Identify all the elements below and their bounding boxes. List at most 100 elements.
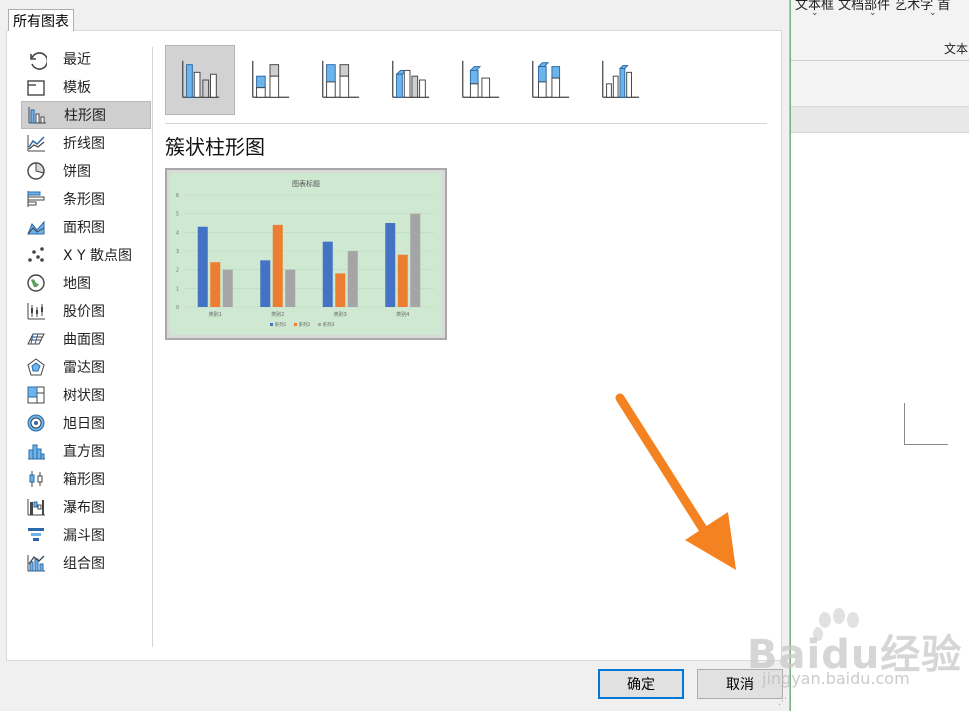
histogram-chart-icon — [25, 440, 47, 462]
chart-preview[interactable]: 图表标题 0 1 2 3 4 5 6 类别1 类别2 类别3 类别4 系列1 系列2 系列3 — [165, 168, 447, 340]
box-whisker-chart-icon — [25, 468, 47, 490]
chart-type-label: 树状图 — [63, 388, 105, 404]
chart-preview-area: 图表标题 0 1 2 3 4 5 6 类别1 类别2 类别3 类别4 系列1 系列2 系列3 — [170, 173, 442, 335]
subtype-divider — [165, 123, 767, 124]
chart-type-item[interactable]: 漏斗图 — [21, 521, 151, 549]
x-tick-label: 类别4 — [396, 311, 409, 318]
chart-subtype-option[interactable] — [585, 45, 655, 115]
chart-type-item[interactable]: 股价图 — [21, 297, 151, 325]
chart-type-label: 地图 — [63, 276, 91, 292]
bar — [385, 223, 396, 307]
y-tick-label: 6 — [176, 193, 179, 199]
y-tick-label: 0 — [176, 305, 179, 311]
ribbon-divider — [791, 60, 969, 61]
chart-type-item[interactable]: 柱形图 — [21, 101, 151, 129]
legend-swatch — [318, 323, 321, 326]
chart-type-label: 雷达图 — [63, 360, 105, 376]
chart-type-label: 折线图 — [63, 136, 105, 152]
bar — [335, 273, 346, 307]
x-tick-label: 类别3 — [334, 311, 347, 318]
chart-type-item[interactable]: 箱形图 — [21, 465, 151, 493]
chart-type-label: 箱形图 — [63, 472, 105, 488]
chart-type-item[interactable]: 雷达图 — [21, 353, 151, 381]
map-chart-icon — [25, 272, 47, 294]
tab-all-charts[interactable]: 所有图表 — [8, 9, 74, 31]
bar-chart-icon — [25, 188, 47, 210]
chart-type-item[interactable]: 折线图 — [21, 129, 151, 157]
legend-swatch — [270, 323, 273, 326]
chart-type-item[interactable]: 饼图 — [21, 157, 151, 185]
funnel-chart-icon — [25, 524, 47, 546]
y-tick-label: 5 — [176, 212, 179, 218]
chart-type-label: 曲面图 — [63, 332, 105, 348]
preview-chart: 图表标题 0 1 2 3 4 5 6 类别1 类别2 类别3 类别4 系列1 系列2 系列3 — [176, 179, 434, 328]
bar — [285, 269, 296, 307]
subtype-title: 簇状柱形图 — [165, 135, 265, 159]
chart-type-item[interactable]: 组合图 — [21, 549, 151, 577]
clustered-column-icon — [182, 60, 220, 98]
legend-entry: 系列1 — [275, 321, 287, 328]
chart-type-item[interactable]: 曲面图 — [21, 325, 151, 353]
chart-type-item[interactable]: 条形图 — [21, 185, 151, 213]
surface-chart-icon — [25, 328, 47, 350]
sunburst-chart-icon — [25, 412, 47, 434]
chart-type-item[interactable]: X Y 散点图 — [21, 241, 151, 269]
line-chart-icon — [25, 132, 47, 154]
ok-button[interactable]: 确定 — [598, 669, 684, 699]
watermark-url: jingyan.baidu.com — [762, 669, 910, 688]
recent-icon — [25, 48, 47, 70]
chevron-down-icon[interactable]: ⌄ — [929, 8, 937, 18]
3d-clustered-column-icon — [392, 60, 430, 98]
resize-grip-icon[interactable]: ⋰ — [778, 697, 787, 707]
chart-type-item[interactable]: 直方图 — [21, 437, 151, 465]
bar — [222, 269, 233, 307]
y-tick-label: 1 — [176, 286, 179, 292]
chart-type-item[interactable]: 树状图 — [21, 381, 151, 409]
list-divider — [152, 47, 153, 647]
treemap-chart-icon — [25, 384, 47, 406]
chart-type-label: 柱形图 — [64, 108, 106, 124]
screen: 文本框 文档部件 艺术字 首 ⌄ ⌄ ⌄ 文本 所有图表 最近 模板柱形图折线图饼… — [0, 0, 969, 711]
chart-subtype-option[interactable] — [305, 45, 375, 115]
x-tick-label: 类别1 — [209, 311, 222, 318]
chart-subtype-option[interactable] — [445, 45, 515, 115]
chart-type-item[interactable]: 瀑布图 — [21, 493, 151, 521]
chevron-down-icon[interactable]: ⌄ — [869, 8, 877, 18]
chart-title: 图表标题 — [292, 179, 320, 188]
x-tick-label: 类别2 — [271, 311, 284, 318]
background-ribbon: 文本框 文档部件 艺术字 首 ⌄ ⌄ ⌄ 文本 — [791, 0, 969, 107]
chart-panel: 最近 模板柱形图折线图饼图条形图面积图 X Y 散点图 地图股价图曲面图雷达图树状图旭… — [6, 30, 782, 661]
chart-type-label: 漏斗图 — [63, 528, 105, 544]
chart-type-label: 面积图 — [63, 220, 105, 236]
chart-type-label: X Y 散点图 — [63, 248, 133, 264]
area-chart-icon — [25, 216, 47, 238]
bar — [210, 262, 221, 307]
chart-subtype-option[interactable] — [165, 45, 235, 115]
chart-type-item[interactable]: 最近 — [21, 45, 151, 73]
chart-subtype-option[interactable] — [515, 45, 585, 115]
3d-stacked-column-icon — [462, 60, 500, 98]
bar — [272, 224, 283, 307]
background-word-window: 文本框 文档部件 艺术字 首 ⌄ ⌄ ⌄ 文本 — [790, 0, 969, 711]
chart-type-label: 饼图 — [63, 164, 91, 180]
chart-subtype-option[interactable] — [235, 45, 305, 115]
chevron-down-icon[interactable]: ⌄ — [811, 8, 819, 18]
chart-type-item[interactable]: 面积图 — [21, 213, 151, 241]
3d-column-icon — [602, 60, 640, 98]
legend-swatch — [294, 323, 297, 326]
column-chart-icon — [26, 104, 48, 126]
ruler — [791, 107, 969, 133]
y-tick-label: 4 — [176, 230, 179, 236]
chart-type-label: 直方图 — [63, 444, 105, 460]
chart-type-item[interactable]: 地图 — [21, 269, 151, 297]
chart-subtype-row — [165, 45, 655, 117]
scatter-chart-icon — [25, 244, 47, 266]
chart-subtype-option[interactable] — [375, 45, 445, 115]
chart-type-item[interactable]: 模板 — [21, 73, 151, 101]
chart-type-label: 组合图 — [63, 556, 105, 572]
ribbon-group-label: 文本 — [943, 42, 968, 56]
chart-type-label: 旭日图 — [63, 416, 105, 432]
chart-type-item[interactable]: 旭日图 — [21, 409, 151, 437]
radar-chart-icon — [25, 356, 47, 378]
y-tick-label: 3 — [176, 249, 179, 255]
